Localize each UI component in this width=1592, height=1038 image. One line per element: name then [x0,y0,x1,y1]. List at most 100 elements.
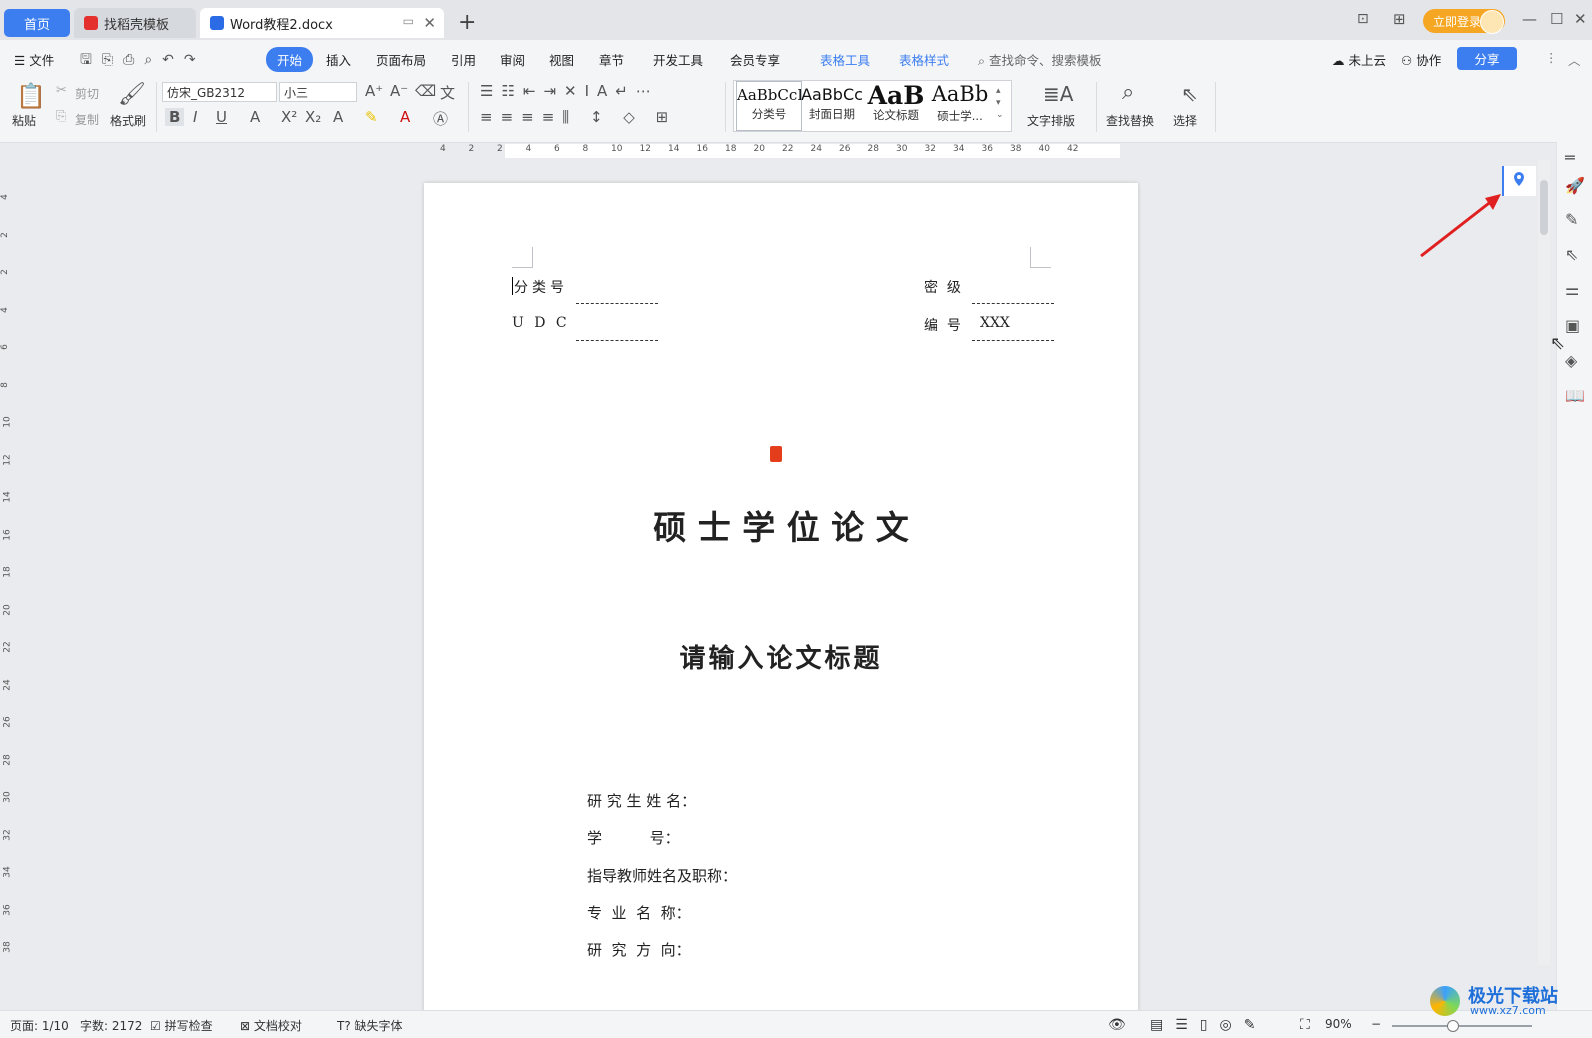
collapse-ribbon-icon[interactable]: ︿ [1568,50,1581,69]
tab-insert[interactable]: 插入 [326,50,351,69]
new-tab-button[interactable]: + [458,10,476,35]
paste-icon[interactable]: 📋 [16,82,46,110]
minimize-icon[interactable]: — [1522,10,1537,28]
copy-button[interactable]: 复制 [75,111,99,128]
text-effect-icon[interactable]: A [333,108,343,126]
style-item[interactable]: AaBbCc 封面日期 [800,81,864,129]
strikethrough-icon[interactable]: A [250,108,260,126]
style-scroll-icon[interactable]: ▴ ▾ ⌄ [996,85,1004,121]
style-item[interactable]: AaB 论文标题 [864,81,928,129]
paragraph-align-icons[interactable]: ≡≡≡≡⫼ ↕ ◇ ⊞ [480,108,676,126]
window-close-icon[interactable]: ✕ [1574,10,1587,28]
vertical-scrollbar[interactable] [1538,160,1550,965]
style-item[interactable]: AaBbCcI 分类号 [736,81,802,131]
tab-chapter[interactable]: 章节 [599,50,624,69]
tab-home[interactable]: 首页 [4,9,70,37]
quick-access-icons[interactable]: 🖫⎘⎙⌕↶↷ [80,49,206,73]
find-icon[interactable]: ⌕ [1122,80,1134,105]
file-menu[interactable]: ☰ 文件 [14,50,54,69]
spell-check-button[interactable]: ☑ 拼写检查 [150,1017,213,1034]
share-button[interactable]: 分享 [1457,47,1517,70]
grid-icon[interactable]: ⊞ [1393,10,1406,28]
cut-button[interactable]: 剪切 [75,85,99,102]
maximize-icon[interactable]: ☐ [1550,10,1563,28]
grow-font-icon[interactable]: A⁺ [365,82,383,100]
paste-button[interactable]: 粘贴 [12,112,36,129]
italic-icon[interactable]: I [193,108,197,126]
font-color-icon[interactable]: A [400,108,410,126]
compass-icon[interactable]: ◈ [1565,351,1577,370]
tab-page-layout[interactable]: 页面布局 [376,50,426,69]
highlight-icon[interactable]: ✎ [365,108,378,126]
phonetic-icon[interactable]: 文 [440,82,455,103]
zoom-slider[interactable] [1392,1025,1532,1027]
tab-developer[interactable]: 开发工具 [653,50,703,69]
secret-field[interactable] [972,303,1054,304]
tab-document[interactable]: Word教程2.docx ▭ ✕ [200,8,444,38]
rocket-icon[interactable]: 🚀 [1565,176,1585,195]
select-cursor-icon[interactable]: ⇖ [1181,82,1198,106]
tab-table-tools[interactable]: 表格工具 [820,50,870,69]
style-sample: AaBb [931,82,989,106]
doc-proof-button[interactable]: ⊠ 文档校对 [240,1017,302,1034]
select-button[interactable]: 选择 [1173,112,1197,129]
location-button[interactable] [1502,166,1536,196]
tab-reference[interactable]: 引用 [451,50,476,69]
font-name-select[interactable]: 仿宋_GB2312 [162,82,277,102]
word-count[interactable]: 字数: 2172 [80,1017,142,1034]
layout-icon[interactable]: ⊡ [1357,11,1369,27]
tab-member[interactable]: 会员专享 [730,50,780,69]
find-replace-button[interactable]: 查找替换 [1106,112,1154,129]
book-icon[interactable]: 📖 [1565,386,1585,405]
text-layout-button[interactable]: 文字排版 [1027,112,1075,129]
cursor-icon[interactable]: ⇖ [1565,245,1578,264]
more-icon[interactable]: ⋮ [1545,50,1558,65]
cloud-status[interactable]: ☁ 未上云 [1332,50,1386,69]
number-field[interactable] [972,340,1054,341]
superscript-icon[interactable]: X² [281,108,297,126]
paragraph-list-icons[interactable]: ☰☷⇤⇥✕ⅠA↵⋯ [480,82,659,100]
avatar[interactable] [1480,10,1504,34]
scrollbar-thumb[interactable] [1540,180,1548,235]
collapse-sidebar-icon[interactable]: ═ [1565,148,1575,167]
copy-icon[interactable]: ⎘ [56,109,66,124]
vertical-ruler[interactable]: 4 2 2 4 6 8 10 12 14 16 18 20 22 24 26 28 30 32 34 36 38 [0,150,18,1010]
tab-view[interactable]: 视图 [549,50,574,69]
sliders-icon[interactable]: ⚌ [1565,280,1579,299]
font-name-value: 仿宋_GB2312 [167,85,246,100]
cut-icon[interactable]: ✂ [56,83,67,98]
char-border-icon[interactable]: Ⓐ [433,108,448,129]
underline-icon[interactable]: U [216,108,227,126]
tab-table-style[interactable]: 表格样式 [899,50,949,69]
close-icon[interactable]: ✕ [423,14,436,32]
font-size-select[interactable]: 小三 [279,82,357,102]
clear-format-icon[interactable]: ⌫ [415,82,436,100]
page-indicator[interactable]: 页面: 1/10 [10,1017,69,1034]
style-item[interactable]: AaBb 硕士学... [928,81,992,129]
search-command[interactable]: ⌕ 查找命令、搜索模板 [978,50,1102,69]
divider [468,82,469,132]
zoom-level[interactable]: 90% [1325,1017,1352,1031]
text-layout-icon[interactable]: ≣A [1043,82,1073,106]
tab-review[interactable]: 审阅 [500,50,525,69]
missing-font-button[interactable]: T? 缺失字体 [337,1017,403,1034]
gallery-icon[interactable]: ▣ [1565,316,1580,335]
document-page[interactable]: 分类号 U D C 密 级 编 号 XXX 硕 士 学 位 论 文 请输入论文标… [424,183,1138,1013]
collab-button[interactable]: ⚇ 协作 [1401,50,1441,69]
tab-start[interactable]: 开始 [266,47,314,72]
zoom-out-icon[interactable]: − [1371,1017,1381,1031]
bold-icon[interactable]: B [165,108,185,126]
pen-icon[interactable]: ✎ [1565,210,1578,229]
status-bar: 页面: 1/10 字数: 2172 ☑ 拼写检查 ⊠ 文档校对 T? 缺失字体 … [0,1010,1592,1038]
format-painter-icon[interactable]: 🖌 [118,82,146,107]
eye-icon[interactable]: 👁 [1108,1017,1126,1033]
format-painter-button[interactable]: 格式刷 [110,112,146,129]
monitor-icon[interactable]: ▭ [403,14,414,28]
shrink-font-icon[interactable]: A⁻ [390,82,408,100]
subscript-icon[interactable]: X₂ [305,108,321,126]
fit-page-icon[interactable]: ⛶ [1300,1017,1310,1033]
tab-template[interactable]: 找稻壳模板 [74,8,196,38]
view-mode-icons[interactable]: ▤☰▯◎✎ [1150,1017,1267,1033]
class-no-field[interactable] [576,303,658,304]
udc-field[interactable] [576,340,658,341]
